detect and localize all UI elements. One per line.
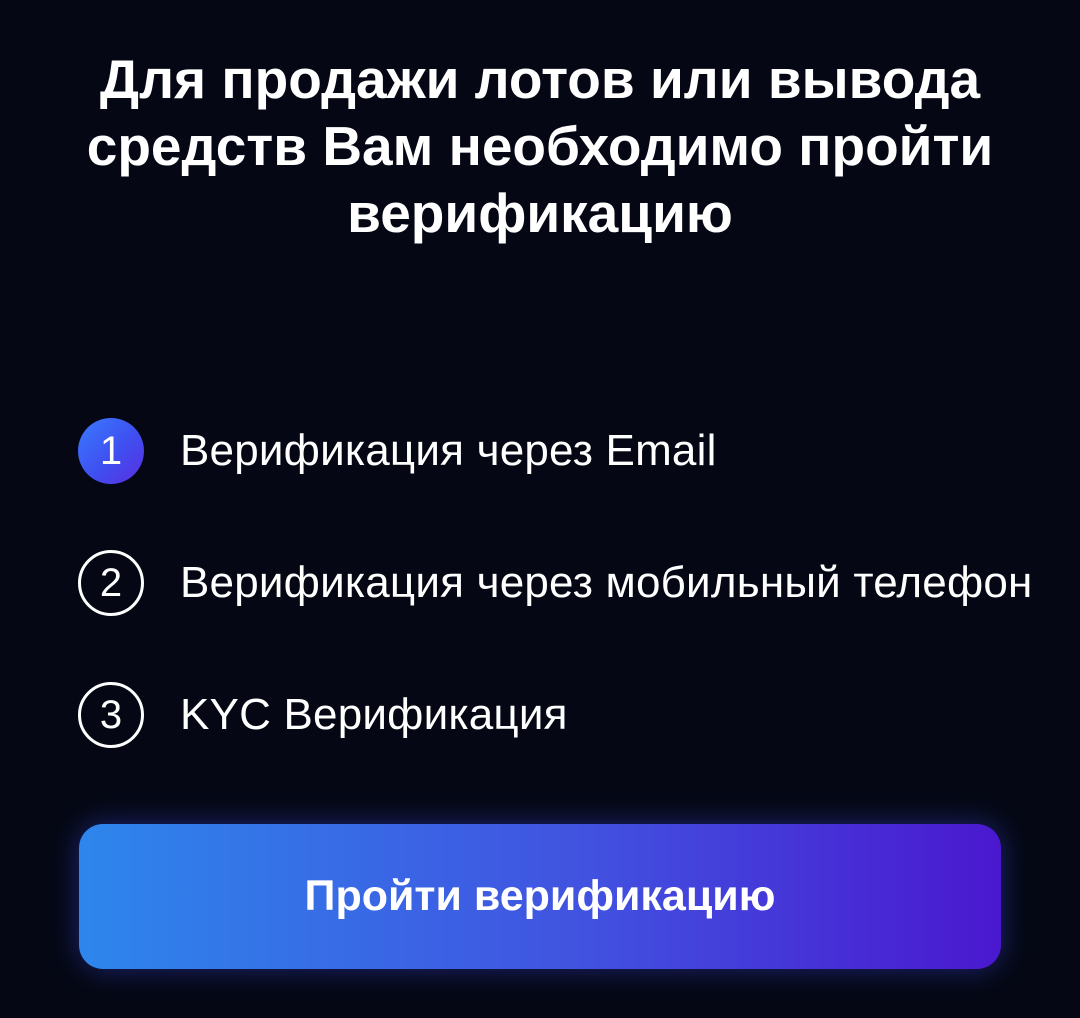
step-label: KYC Верификация — [180, 690, 568, 739]
step-email: 1 Верификация через Email — [78, 418, 1080, 484]
title-line-2: средств Вам необходимо пройти — [86, 115, 994, 177]
title-line-1: Для продажи лотов или вывода — [99, 48, 981, 110]
verification-steps-list: 1 Верификация через Email 2 Верификация … — [78, 418, 1080, 814]
title-line-3: верификацию — [347, 182, 733, 244]
step-label: Верификация через Email — [180, 426, 717, 475]
step-number-badge: 3 — [78, 682, 144, 748]
step-number-badge: 2 — [78, 550, 144, 616]
step-phone: 2 Верификация через мобильный телефон — [78, 550, 1080, 616]
step-kyc: 3 KYC Верификация — [78, 682, 1080, 748]
start-verification-button[interactable]: Пройти верификацию — [79, 824, 1001, 969]
page-title: Для продажи лотов или вывода средств Вам… — [40, 46, 1040, 247]
step-label: Верификация через мобильный телефон — [180, 558, 1033, 607]
step-number-badge: 1 — [78, 418, 144, 484]
verification-screen: Для продажи лотов или вывода средств Вам… — [0, 0, 1080, 1018]
